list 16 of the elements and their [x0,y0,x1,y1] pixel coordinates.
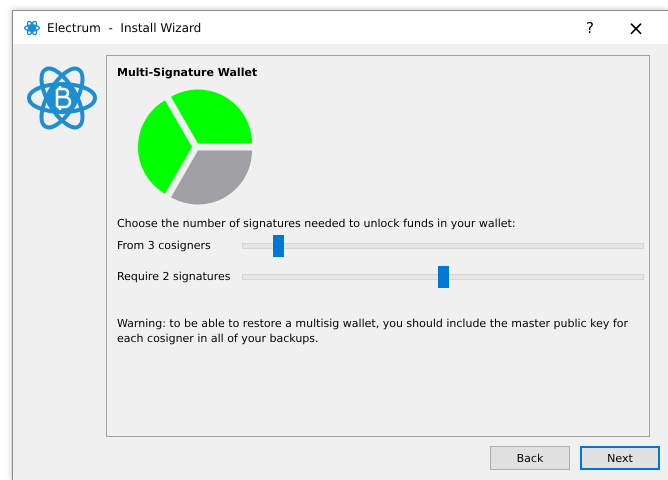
slider[interactable] [242,234,644,256]
page-heading: Multi-Signature Wallet [117,66,258,79]
wizard-button[interactable]: Back [490,446,570,470]
slider[interactable] [242,266,644,288]
window-title: Electrum - Install Wizard [47,20,202,34]
app-logo-icon [24,20,40,36]
slider-thumb[interactable] [438,266,449,288]
app-logo-icon [26,65,98,131]
help-button[interactable]: ? [567,11,613,44]
wizard-button[interactable]: Next [580,446,660,470]
close-button[interactable]: × [613,11,659,44]
slider-thumb[interactable] [273,234,284,256]
warning-text: Warning: to be able to restore a multisig wallet, you should include the master public key for each cosigner in all of your backups. [117,316,630,346]
prompt-text: Choose the number of signatures needed to unlock funds in your wallet: [117,217,517,230]
slider-label: Require 2 signatures [117,270,232,283]
slider-label: From 3 cosigners [117,239,212,252]
